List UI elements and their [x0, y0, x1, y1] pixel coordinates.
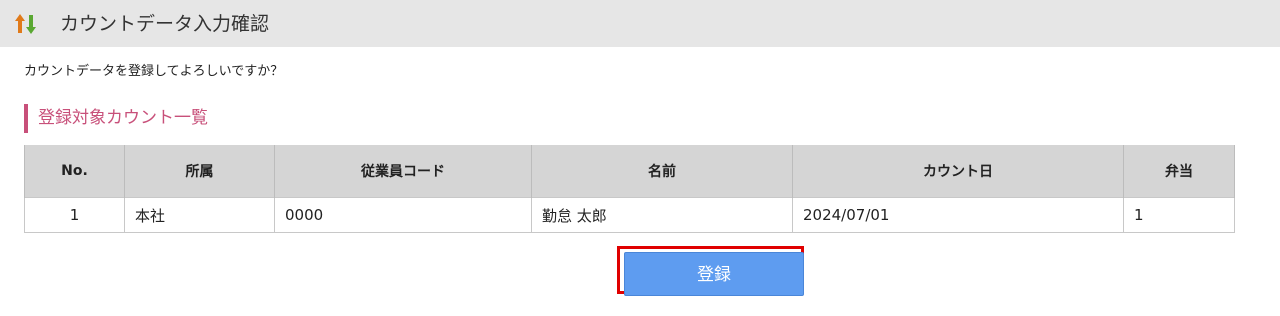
column-header-count-date: カウント日 [792, 145, 1124, 198]
cell-no: 1 [24, 197, 125, 233]
table-header-row: No. 所属 従業員コード 名前 カウント日 弁当 [24, 145, 1235, 198]
column-header-bento: 弁当 [1123, 145, 1235, 198]
column-header-name: 名前 [531, 145, 793, 198]
cell-bento: 1 [1123, 197, 1235, 233]
section-title: 登録対象カウント一覧 [24, 104, 208, 133]
cell-name: 勤怠 太郎 [531, 197, 793, 233]
cell-department: 本社 [124, 197, 275, 233]
column-header-employee-code: 従業員コード [274, 145, 532, 198]
column-header-department: 所属 [124, 145, 275, 198]
cell-count-date: 2024/07/01 [792, 197, 1124, 233]
column-header-no: No. [24, 145, 125, 198]
sort-arrows-icon [14, 13, 38, 35]
table-row: 1 本社 0000 勤怠 太郎 2024/07/01 1 [24, 197, 1235, 233]
account-table: No. 所属 従業員コード 名前 カウント日 弁当 1 本社 0000 勤怠 太… [24, 145, 1235, 233]
page-header: カウントデータ入力確認 [0, 0, 1280, 47]
register-button[interactable]: 登録 [624, 252, 804, 296]
cell-employee-code: 0000 [274, 197, 532, 233]
confirm-message: カウントデータを登録してよろしいですか？ [24, 64, 284, 79]
page-title: カウントデータ入力確認 [60, 13, 270, 35]
